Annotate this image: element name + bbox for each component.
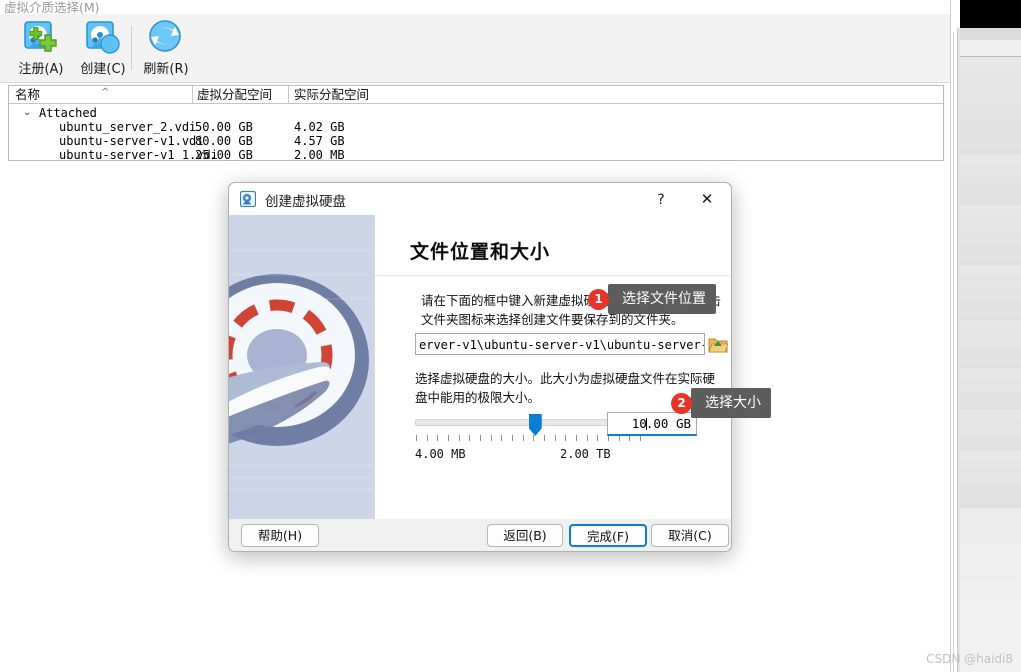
cell-virtual-size: 80.00 GB [195,134,253,148]
cell-actual-size: 4.57 GB [294,134,345,148]
folder-browse-icon[interactable] [708,333,729,355]
toolbar-button-register[interactable]: 注册(A) [10,18,72,77]
toolbar-label-register: 注册(A) [18,62,64,77]
background-window-row [960,205,1021,266]
group-label: Attached [39,106,97,120]
main-window-title: 虚拟介质选择(M) [4,0,100,14]
file-path-input[interactable]: erver-v1\ubuntu-server-v1\ubuntu-server-… [415,333,705,355]
cell-actual-size: 2.00 MB [294,148,345,161]
slider-handle[interactable] [528,414,542,436]
size-value-after-caret: .00 GB [645,416,691,431]
background-window-row [960,265,1021,321]
close-icon[interactable]: ✕ [693,189,721,211]
annotation-badge-2: 2 [671,393,692,414]
size-input[interactable]: 10.00 GB [607,412,697,436]
watermark: CSDN @haidi8 [926,652,1013,666]
column-header-name[interactable]: 名称 [15,86,40,103]
background-window-row [960,410,1021,451]
toolbar-label-refresh: 刷新(R) [143,62,189,77]
cell-virtual-size: 50.00 GB [195,120,253,134]
header-separator [288,86,289,103]
dialog-side-artwork [229,215,374,519]
chevron-down-icon[interactable]: ⌄ [23,106,31,120]
column-header-actual-size[interactable]: 实际分配空间 [294,86,369,103]
cell-name: ubuntu-server-v1.vdi [59,134,204,148]
dialog-body: 文件位置和大小 请在下面的框中键入新建虚拟硬盘文件的名称，或单击文件夹图标来选择… [229,215,731,519]
desktop-black-strip [960,0,1021,28]
background-window-edge [953,32,954,672]
header-separator [192,86,193,103]
register-disk-icon [21,18,61,58]
table-row[interactable]: ubuntu-server-v1.vdi 80.00 GB 4.57 GB [9,134,943,148]
create-virtual-hard-disk-dialog: 创建虚拟硬盘 ? ✕ 文件位置和大小 请在下面的框中键入新建虚拟硬盘文件的名称，… [228,182,732,552]
virtualbox-app-icon [239,190,257,208]
size-value-before-caret: 10 [631,416,647,431]
column-header-virtual-size[interactable]: 虚拟分配空间 [197,86,272,103]
background-window-subheader [960,40,1021,57]
background-window-body [960,508,1021,672]
main-toolbar: 注册(A) 创建(C) 刷新(R) [0,14,950,83]
toolbar-separator [131,26,132,70]
help-button-footer[interactable]: 帮助(H) [241,524,319,547]
page-title: 文件位置和大小 [410,241,551,263]
dialog-title: 创建虚拟硬盘 [265,194,346,210]
background-window-row [960,368,1021,411]
annotation-callout-1: 选择文件位置 [601,284,716,314]
annotation-callout-2: 选择大小 [684,388,771,418]
cell-virtual-size: 25.00 GB [195,148,253,161]
cell-actual-size: 4.02 GB [294,120,345,134]
dialog-footer: 帮助(H) 返回(B) 完成(F) 取消(C) [229,519,731,551]
slider-min-label: 4.00 MB [415,447,466,461]
cancel-button[interactable]: 取消(C) [651,524,729,547]
sort-ascending-icon: ^ [101,87,110,98]
background-window-row [960,450,1021,509]
toolbar-button-create[interactable]: 创建(C) [72,18,134,77]
main-window-titlebar: 虚拟介质选择(M) [0,0,950,14]
dialog-main-panel: 文件位置和大小 请在下面的框中键入新建虚拟硬盘文件的名称，或单击文件夹图标来选择… [375,215,731,519]
screenshot-root: 虚拟介质选择(M) 注册(A) 创建(C) 刷新(R) 名称 ^ 虚拟分配空间 … [0,0,1021,672]
table-row[interactable]: ubuntu-server-v1_1.vdi 25.00 GB 2.00 MB [9,148,943,161]
toolbar-label-create: 创建(C) [80,62,126,77]
refresh-icon [146,18,186,58]
media-table-header: 名称 ^ 虚拟分配空间 实际分配空间 [9,86,943,104]
table-group-row[interactable]: ⌄ Attached [9,106,943,120]
dialog-titlebar: 创建虚拟硬盘 ? ✕ [229,183,731,216]
toolbar-button-refresh[interactable]: 刷新(R) [135,18,197,77]
slider-max-label: 2.00 TB [560,447,611,461]
heading-divider [375,275,731,276]
back-button[interactable]: 返回(B) [487,524,563,547]
table-row[interactable]: ubuntu_server_2.vdi 50.00 GB 4.02 GB [9,120,943,134]
help-button[interactable]: ? [646,189,676,211]
background-window-row [960,57,1021,156]
media-table: 名称 ^ 虚拟分配空间 实际分配空间 ⌄ Attached ubuntu_ser… [8,85,944,161]
cell-name: ubuntu_server_2.vdi [59,120,197,134]
create-disk-icon [83,18,123,58]
background-window-row [960,155,1021,206]
annotation-badge-1: 1 [588,289,609,310]
finish-button[interactable]: 完成(F) [569,524,647,547]
background-window-row [960,320,1021,369]
